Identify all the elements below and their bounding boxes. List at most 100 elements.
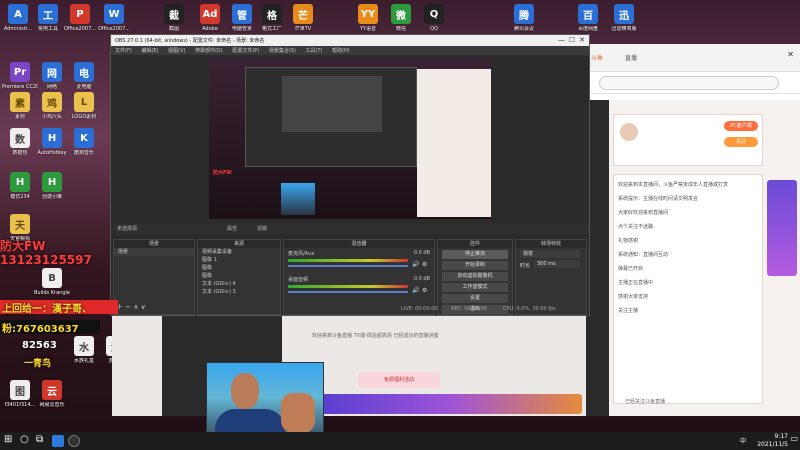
obs-preview[interactable]: 防大FW xyxy=(209,59,491,219)
track-desktop-meter xyxy=(288,285,408,288)
transition-select[interactable]: 渐变 xyxy=(520,250,580,258)
control-button[interactable]: 启动虚拟摄像机 xyxy=(442,272,508,281)
search-icon[interactable]: ○ xyxy=(20,434,29,445)
gear-icon[interactable]: ⚙ xyxy=(422,287,427,294)
desktop-icon[interactable]: 工常用工具 xyxy=(30,4,66,32)
desktop-icon[interactable]: 网网络 xyxy=(34,62,70,90)
source-item[interactable]: 图像 xyxy=(198,272,280,280)
track-mic-slider[interactable] xyxy=(288,265,408,267)
gift-bar[interactable] xyxy=(322,394,582,414)
edge-icon[interactable] xyxy=(52,435,64,447)
desktop-icon[interactable]: 素素材 xyxy=(2,92,38,120)
add-scene-icon[interactable]: ＋ − ∧ ∨ xyxy=(116,302,146,312)
close-icon[interactable]: ✕ xyxy=(787,50,794,59)
obs-taskbar-icon[interactable] xyxy=(68,435,80,447)
sources-header: 来源 xyxy=(198,240,280,248)
desktop-icon[interactable]: 百百度网盘 xyxy=(570,4,606,32)
gift-banner[interactable] xyxy=(767,180,797,276)
control-button[interactable]: 停止推流 xyxy=(442,250,508,259)
source-item[interactable]: 文本 (GDI+) 3 xyxy=(198,288,280,296)
control-button[interactable]: 设置 xyxy=(442,294,508,303)
desktop-icon-label: 数据包 xyxy=(12,150,28,156)
desktop-icon[interactable]: H 创建引擎 xyxy=(34,172,70,200)
status-live: LIVE: 00:00:00 xyxy=(401,306,438,312)
desktop-icon[interactable]: 微微信 xyxy=(383,4,419,32)
desktop-icon[interactable]: 图 f3401f314... xyxy=(2,380,38,408)
desktop-icon-label: 常用工具 xyxy=(37,26,58,32)
app-icon: 迅 xyxy=(614,4,634,24)
duration-input[interactable]: 300 ms xyxy=(534,260,580,268)
task-view-icon[interactable]: ⧉ xyxy=(36,434,43,445)
desktop-icon[interactable]: L LOGO素材 xyxy=(66,92,102,120)
menu-file[interactable]: 文件(F) xyxy=(115,48,132,54)
desktop-icon[interactable]: Q QQ xyxy=(416,4,452,32)
menu-help[interactable]: 帮助(H) xyxy=(332,48,350,54)
desktop-icon[interactable]: H AutoHotkey xyxy=(34,128,70,156)
desktop-icon[interactable]: 云网易云音乐 xyxy=(34,380,70,408)
menu-view[interactable]: 视图(V) xyxy=(168,48,185,54)
menu-edit[interactable]: 编辑(E) xyxy=(141,48,158,54)
address-bar[interactable] xyxy=(599,76,779,90)
desktop-icon[interactable]: 腾腾讯会议 xyxy=(506,4,542,32)
app-icon: 数 xyxy=(10,128,30,148)
follow-button[interactable]: 关注 xyxy=(724,137,758,147)
source-item[interactable]: 图像 xyxy=(198,264,280,272)
desktop-icon[interactable]: YY YY语音 xyxy=(350,4,386,32)
source-item[interactable]: 图像 1 xyxy=(198,256,280,264)
desktop-icon-label: 腾讯会议 xyxy=(513,26,534,32)
desktop-icon[interactable]: 数数据包 xyxy=(2,128,38,156)
desktop-icon[interactable]: K 酷狗音乐 xyxy=(66,128,102,156)
app-icon: L xyxy=(74,92,94,112)
control-button[interactable]: 开始录制 xyxy=(442,261,508,270)
menu-scene-collection[interactable]: 场景集合(S) xyxy=(269,48,296,54)
desktop-icon[interactable]: Pr Premiere CC2019 xyxy=(2,62,38,90)
source-item[interactable]: 文本 (GDI+) 4 xyxy=(198,280,280,288)
overlay-line1: 防大FW xyxy=(0,239,46,253)
ime-indicator[interactable]: 中 xyxy=(740,436,746,445)
track-desktop-slider[interactable] xyxy=(288,291,408,293)
promo-badge[interactable]: 免费福利活动 xyxy=(358,372,440,388)
speaker-icon[interactable]: 🔊 xyxy=(412,261,419,268)
menu-tools[interactable]: 工具(T) xyxy=(306,48,323,54)
menu-docks[interactable]: 停靠部件(D) xyxy=(195,48,223,54)
desktop-icon[interactable]: H 模仿234 xyxy=(2,172,38,200)
speaker-icon[interactable]: 🔊 xyxy=(412,287,419,294)
app-icon: B xyxy=(42,268,62,288)
menu-profile[interactable]: 配置文件(P) xyxy=(232,48,259,54)
browser-window[interactable]: 斗鱼 直播 ✕ PC客户端 关注 欢迎来到本直播间，斗鱼严禁未成年人直播或打赏系… xyxy=(584,44,800,416)
desktop-icon[interactable]: 电此电脑 xyxy=(66,62,102,90)
app-icon: 电 xyxy=(74,62,94,82)
obs-window[interactable]: OBS 27.0.1 (64-bit, windows) - 配置文件: 未命名… xyxy=(110,34,590,316)
minimize-icon[interactable]: — xyxy=(558,36,565,44)
desktop-icon[interactable]: B Builds Krangle... xyxy=(34,268,70,296)
scene-item[interactable]: 场景 xyxy=(114,248,194,256)
tab-douyu[interactable]: 斗鱼 xyxy=(591,53,603,62)
desktop-icon[interactable]: P Office2007... xyxy=(62,4,98,32)
app-icon: Ad xyxy=(200,4,220,24)
overlay-nickname: 一青鸟 xyxy=(24,359,52,369)
gear-icon[interactable]: ⚙ xyxy=(422,261,427,268)
overlay-banner: 上回给一：漢子哥、 xyxy=(0,300,118,315)
properties-button[interactable]: 属性 xyxy=(227,224,237,234)
desktop-icon[interactable]: Ad Adobe xyxy=(192,4,228,32)
desktop-icon[interactable]: W Office2007... xyxy=(96,4,132,32)
desktop-icon[interactable]: 鸡小鸡尺头 xyxy=(34,92,70,120)
clock[interactable]: 9:17 2021/11/5 xyxy=(757,433,788,449)
desktop-icon[interactable]: 水水族礼盒 xyxy=(66,336,102,364)
app-icon: 百 xyxy=(578,4,598,24)
desktop-icon[interactable]: 截截图 xyxy=(156,4,192,32)
desktop-icon-label: LOGO素材 xyxy=(71,114,97,120)
notification-icon[interactable]: ▭ xyxy=(790,434,798,443)
windows-start-icon[interactable]: ⊞ xyxy=(4,434,12,445)
close-icon[interactable]: ✕ xyxy=(579,36,585,44)
desktop-icon[interactable]: 迅迅雷精简版 xyxy=(606,4,642,32)
desktop-icon-label: Builds Krangle... xyxy=(34,290,70,296)
desktop-icon[interactable]: 芒芒果TV xyxy=(285,4,321,32)
tab-live[interactable]: 直播 xyxy=(625,53,637,62)
filters-button[interactable]: 滤镜 xyxy=(257,224,267,234)
pc-client-button[interactable]: PC客户端 xyxy=(724,121,758,131)
maximize-icon[interactable]: ☐ xyxy=(569,36,575,44)
control-button[interactable]: 工作室模式 xyxy=(442,283,508,292)
source-item[interactable]: 视频采集设备 xyxy=(198,248,280,256)
browser-tab-bar: 斗鱼 直播 ✕ xyxy=(585,44,800,72)
